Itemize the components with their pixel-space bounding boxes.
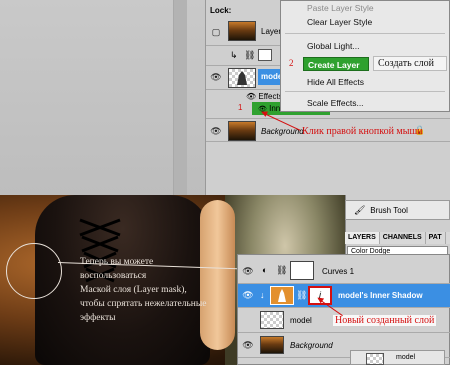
eye-icon[interactable]: 👁 bbox=[210, 126, 222, 136]
panel-tabs: LAYERS CHANNELS PAT bbox=[345, 232, 450, 244]
eye-icon[interactable]: 👁 bbox=[242, 266, 254, 276]
lock-label: Lock: bbox=[210, 6, 232, 15]
menu-item-global-light[interactable]: Global Light... bbox=[281, 39, 449, 53]
menu-item-scale-effects[interactable]: Scale Effects... bbox=[281, 96, 449, 110]
inner-shadow-thumbnail bbox=[270, 286, 294, 305]
brush-icon: 🖌 bbox=[354, 205, 366, 215]
screenshot-stage: Lock: ▢ Layer ↳ ⛓ 👁 model 👁 Effects 1 In… bbox=[0, 0, 450, 365]
layer-mask-note: Теперь вы можете воспользоваться Маской … bbox=[80, 255, 255, 325]
chain-icon: ⛓ bbox=[244, 50, 256, 60]
step-two-label: 2 bbox=[289, 58, 294, 68]
silhouette-icon bbox=[278, 289, 286, 302]
effects-row[interactable]: 👁 Effects bbox=[246, 92, 283, 101]
new-layer-annotation: Новый созданный слой bbox=[333, 315, 437, 326]
layer-row-inner-shadow[interactable]: 👁 ↓ ⛓ i model's Inner Shadow bbox=[238, 284, 450, 308]
menu-separator bbox=[285, 33, 445, 34]
vertical-scrollbar[interactable] bbox=[173, 0, 187, 195]
inner-shadow-layer-name: model's Inner Shadow bbox=[338, 291, 423, 300]
eye-icon[interactable]: 👁 bbox=[246, 92, 256, 101]
mask-thumbnail bbox=[258, 49, 272, 61]
create-layer-ru-label: Создать слой bbox=[373, 56, 447, 71]
note-line: Теперь вы можете bbox=[80, 257, 154, 267]
layers-panel-bottom: 👁 ◐ ⛓ Curves 1 👁 ↓ ⛓ i model's Inner Sha… bbox=[237, 254, 450, 365]
model-thumbnail bbox=[366, 353, 384, 365]
eye-icon[interactable]: 👁 bbox=[210, 72, 222, 82]
layer-row-curves[interactable]: 👁 ◐ ⛓ Curves 1 bbox=[238, 259, 450, 284]
layer-name: Layer bbox=[261, 27, 282, 36]
model-thumbnail bbox=[228, 68, 256, 88]
model-layer-name: model bbox=[290, 316, 312, 325]
curves-layer-name: Curves 1 bbox=[322, 267, 355, 276]
menu-separator bbox=[285, 91, 445, 92]
note-line: Маской слоя (Layer mask), bbox=[80, 285, 187, 295]
background-thumbnail bbox=[228, 121, 256, 141]
note-line: чтобы спрятать нежелательные bbox=[80, 299, 207, 309]
bottom-layer-preview: model bbox=[350, 350, 445, 365]
tab-layers[interactable]: LAYERS bbox=[345, 232, 380, 244]
model-thumbnail bbox=[260, 311, 284, 329]
menu-item-hide-all-effects[interactable]: Hide All Effects bbox=[281, 75, 449, 89]
tab-channels[interactable]: CHANNELS bbox=[380, 232, 426, 244]
menu-item-create-layer[interactable]: Create Layer bbox=[303, 57, 369, 71]
background-layer-name: Background bbox=[290, 341, 333, 350]
menu-item-paste-layer-style[interactable]: Paste Layer Style bbox=[281, 1, 449, 15]
tab-paths[interactable]: PAT bbox=[426, 232, 446, 244]
step-one-label: 1 bbox=[238, 103, 243, 112]
tool-presets-row[interactable]: 🖌 Brush Tool bbox=[345, 200, 450, 220]
right-click-annotation: Клик правой кнопкой мыши bbox=[302, 126, 423, 137]
eye-icon[interactable]: 👁 bbox=[242, 290, 254, 300]
context-menu: Paste Layer Style Clear Layer Style Glob… bbox=[280, 0, 450, 112]
background-thumbnail bbox=[260, 336, 284, 354]
highlight-circle bbox=[6, 243, 62, 299]
brush-tool-label: Brush Tool bbox=[370, 206, 408, 215]
note-line: воспользоваться bbox=[80, 271, 147, 281]
chain-icon: ⛓ bbox=[296, 290, 308, 300]
menu-item-clear-layer-style[interactable]: Clear Layer Style bbox=[281, 15, 449, 29]
model-label: model bbox=[396, 354, 416, 361]
eye-icon[interactable]: 👁 bbox=[242, 340, 254, 350]
curves-mask-thumbnail bbox=[290, 261, 314, 280]
silhouette-icon bbox=[237, 71, 247, 85]
layers-panel-empty-area bbox=[206, 142, 450, 195]
adjust-icon: ◐ bbox=[262, 265, 268, 275]
visibility-box[interactable]: ▢ bbox=[210, 27, 222, 37]
brush-link-icon: ↳ bbox=[230, 50, 238, 60]
canvas-area bbox=[0, 0, 205, 195]
clip-arrow-icon: ↓ bbox=[260, 290, 265, 300]
note-line: эффекты bbox=[80, 313, 116, 323]
layer-thumbnail bbox=[228, 21, 256, 41]
chain-icon: ⛓ bbox=[276, 265, 288, 275]
